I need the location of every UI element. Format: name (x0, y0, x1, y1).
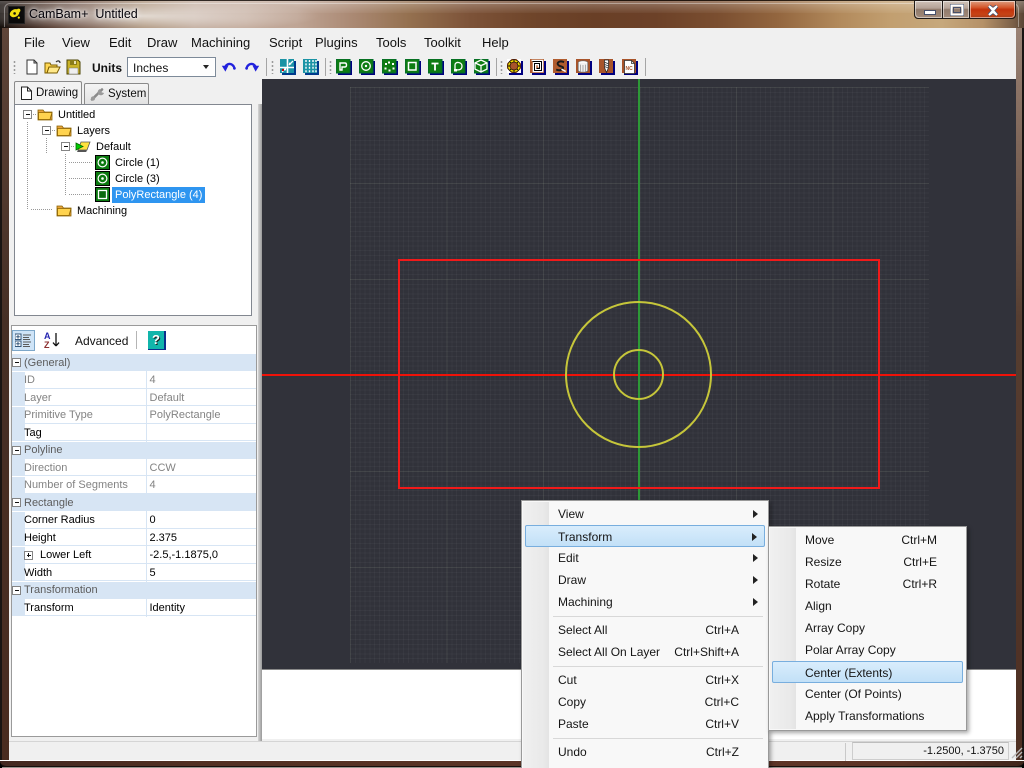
svg-text:NC: NC (626, 66, 634, 72)
svg-text:Z: Z (44, 340, 50, 350)
